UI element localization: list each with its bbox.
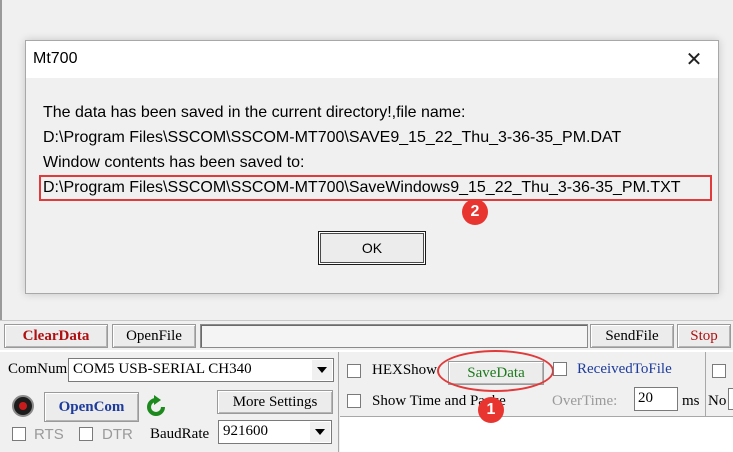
hexshow-label: HEXShow [372,362,438,378]
clear-data-button[interactable]: ClearData [4,324,108,348]
rts-label: RTS [34,426,64,443]
ms-label: ms [682,393,700,409]
annotation-badge-2: 2 [462,199,488,225]
file-path-input[interactable] [200,324,588,348]
message-dialog: Mt700 ✕ The data has been saved in the c… [25,40,719,294]
received-to-file-checkbox[interactable] [553,362,567,376]
output-area [340,417,733,452]
close-icon[interactable]: ✕ [681,47,707,73]
record-dot-icon [12,395,34,417]
dialog-line-3: Window contents has been saved to: [43,154,305,171]
save-data-highlight-ring [437,350,554,392]
ok-button-label: OK [361,240,383,256]
path-highlight-box [39,175,712,201]
rts-checkbox[interactable] [12,427,26,441]
extra-checkbox[interactable] [712,364,726,378]
no-label: No [708,393,727,409]
led-center [19,402,27,410]
refresh-icon-svg [147,395,165,416]
window-left-border [0,0,2,320]
more-settings-button[interactable]: More Settings [217,390,333,414]
ok-button[interactable]: OK [318,231,426,265]
stop-button[interactable]: Stop [677,324,731,348]
dialog-line-1: The data has been saved in the current d… [43,104,466,121]
baudrate-dropdown-button[interactable] [310,422,330,442]
receive-options-divider [338,352,339,452]
dtr-checkbox[interactable] [79,427,93,441]
chevron-down-icon [315,429,325,435]
comnum-dropdown-button[interactable] [312,360,332,380]
overtime-input[interactable]: 20 [634,387,678,411]
dtr-label: DTR [102,426,133,443]
comnum-select[interactable]: COM5 USB-SERIAL CH340 [68,358,334,382]
dialog-line-2: D:\Program Files\SSCOM\SSCOM-MT700\SAVE9… [43,129,622,146]
hexshow-checkbox[interactable] [347,364,361,378]
annotation-badge-1: 1 [478,397,504,423]
options-right-divider [705,352,706,416]
dialog-titlebar: Mt700 ✕ [26,41,718,78]
overtime-label: OverTime: [552,393,618,409]
refresh-icon[interactable] [144,394,168,420]
chevron-down-icon [317,367,327,373]
comnum-label: ComNum [8,361,68,377]
send-file-button[interactable]: SendFile [590,324,674,348]
no-input[interactable] [728,388,733,410]
open-com-button[interactable]: OpenCom [44,392,139,422]
open-file-button[interactable]: OpenFile [112,324,196,348]
received-to-file-label: ReceivedToFile [577,361,672,377]
baudrate-label: BaudRate [150,426,210,442]
dialog-title: Mt700 [33,50,78,67]
show-time-checkbox[interactable] [347,394,361,408]
